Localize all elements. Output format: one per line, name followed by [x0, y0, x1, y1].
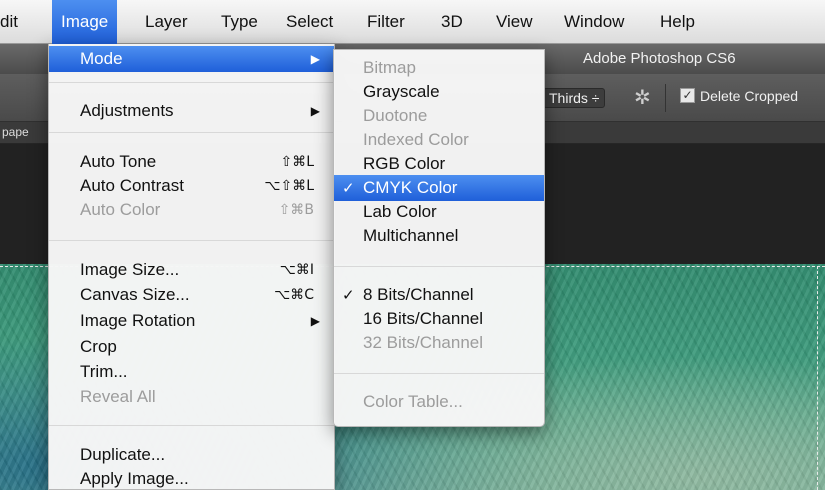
menu-item-label: Trim...: [80, 362, 128, 381]
mode-item-duotone: Duotone: [334, 103, 544, 129]
menu-item-label: Lab Color: [363, 202, 437, 221]
mode-item-multichannel[interactable]: Multichannel: [334, 223, 544, 249]
window-title: Adobe Photoshop CS6: [583, 50, 736, 67]
menu-separator: [49, 132, 334, 133]
mode-item-16-bits[interactable]: 16 Bits/Channel: [334, 306, 544, 332]
menu-view[interactable]: View: [487, 0, 542, 44]
menu-item-trim[interactable]: Trim...: [49, 359, 334, 385]
menu-item-label: Image Rotation: [80, 311, 196, 330]
gear-icon[interactable]: ✲: [634, 85, 651, 110]
mode-item-rgb-color[interactable]: RGB Color: [334, 151, 544, 177]
menu-item-label: 8 Bits/Channel: [363, 285, 474, 304]
submenu-arrow-icon: ▶: [310, 52, 320, 66]
menu-window[interactable]: Window: [555, 0, 633, 44]
menu-item-label: Duplicate...: [80, 445, 166, 464]
menu-item-label: Crop: [80, 337, 117, 356]
mode-item-cmyk-color[interactable]: ✓ CMYK Color: [334, 175, 544, 201]
image-menu: Mode ▶ Adjustments ▶ Auto Tone ⇧⌘L Auto …: [48, 44, 335, 490]
menu-item-canvas-size[interactable]: Canvas Size... ⌥⌘C: [49, 282, 334, 308]
menu-item-label: 16 Bits/Channel: [363, 309, 484, 328]
mode-item-bitmap: Bitmap: [334, 55, 544, 81]
menu-item-label: Color Table...: [363, 392, 463, 411]
menu-item-label: Auto Contrast: [80, 176, 184, 195]
menu-item-adjustments[interactable]: Adjustments ▶: [49, 98, 334, 124]
menu-item-label: Adjustments: [80, 101, 174, 120]
menu-item-label: Auto Color: [80, 200, 161, 219]
mode-item-8-bits[interactable]: ✓ 8 Bits/Channel: [334, 282, 544, 308]
submenu-arrow-icon: ▶: [310, 314, 320, 328]
menu-item-auto-tone[interactable]: Auto Tone ⇧⌘L: [49, 149, 334, 175]
menu-filter[interactable]: Filter: [358, 0, 414, 44]
menu-type[interactable]: Type: [212, 0, 267, 44]
menu-item-image-size[interactable]: Image Size... ⌥⌘I: [49, 257, 334, 283]
menu-separator: [49, 240, 334, 241]
menu-edit[interactable]: dit: [0, 0, 27, 44]
menu-item-label: Indexed Color: [363, 130, 469, 149]
menu-item-label: Bitmap: [363, 58, 416, 77]
overlay-dropdown[interactable]: Thirds ÷: [543, 88, 606, 108]
menu-item-label: 32 Bits/Channel: [363, 333, 484, 352]
menu-item-image-rotation[interactable]: Image Rotation ▶: [49, 308, 334, 334]
mode-item-32-bits: 32 Bits/Channel: [334, 330, 544, 356]
menu-item-mode[interactable]: Mode ▶: [49, 46, 334, 72]
submenu-arrow-icon: ▶: [310, 104, 320, 118]
menu-select[interactable]: Select: [277, 0, 342, 44]
mode-item-grayscale[interactable]: Grayscale: [334, 79, 544, 105]
menu-item-crop[interactable]: Crop: [49, 334, 334, 360]
menu-separator: [334, 266, 544, 267]
menu-item-reveal-all: Reveal All: [49, 384, 334, 410]
delete-cropped-label: Delete Cropped: [700, 88, 799, 104]
menu-item-shortcut: ⌥⌘C: [274, 287, 314, 303]
menu-item-shortcut: ⌥⇧⌘L: [264, 178, 314, 194]
menu-item-label: Image Size...: [80, 260, 180, 279]
menu-item-label: RGB Color: [363, 154, 446, 173]
menu-item-shortcut: ⇧⌘L: [280, 154, 314, 170]
menu-item-auto-color: Auto Color ⇧⌘B: [49, 197, 334, 223]
menu-item-auto-contrast[interactable]: Auto Contrast ⌥⇧⌘L: [49, 173, 334, 199]
menu-image[interactable]: Image: [52, 0, 118, 44]
mode-item-lab-color[interactable]: Lab Color: [334, 199, 544, 225]
checkmark-icon: ✓: [342, 179, 355, 197]
delete-cropped-checkbox[interactable]: ✓: [680, 88, 695, 103]
menu-item-label: Auto Tone: [80, 152, 157, 171]
selection-edge-right: [817, 266, 818, 490]
options-divider: [665, 84, 666, 112]
document-tab-label: pape: [2, 125, 29, 139]
menu-item-shortcut: ⇧⌘B: [278, 202, 314, 218]
menu-item-label: Canvas Size...: [80, 285, 190, 304]
menu-item-label: CMYK Color: [363, 178, 458, 197]
menu-item-label: Apply Image...: [80, 469, 189, 488]
menu-separator: [334, 373, 544, 374]
menu-item-apply-image[interactable]: Apply Image...: [49, 466, 334, 490]
menu-item-label: Grayscale: [363, 82, 440, 101]
menu-item-duplicate[interactable]: Duplicate...: [49, 442, 334, 468]
mode-submenu: Bitmap Grayscale Duotone Indexed Color R…: [333, 49, 545, 427]
menu-layer[interactable]: Layer: [136, 0, 197, 44]
checkmark-icon: ✓: [342, 286, 355, 304]
menu-3d[interactable]: 3D: [432, 0, 472, 44]
menu-separator: [49, 425, 334, 426]
menu-bar: dit Image Layer Type Select Filter 3D Vi…: [0, 0, 825, 44]
menu-item-label: Mode: [80, 49, 123, 68]
mode-item-color-table: Color Table...: [334, 389, 544, 415]
menu-item-label: Duotone: [363, 106, 428, 125]
menu-help[interactable]: Help: [651, 0, 704, 44]
menu-separator: [49, 82, 334, 83]
menu-item-label: Multichannel: [363, 226, 459, 245]
menu-item-label: Reveal All: [80, 387, 156, 406]
menu-item-shortcut: ⌥⌘I: [279, 262, 314, 278]
mode-item-indexed-color: Indexed Color: [334, 127, 544, 153]
